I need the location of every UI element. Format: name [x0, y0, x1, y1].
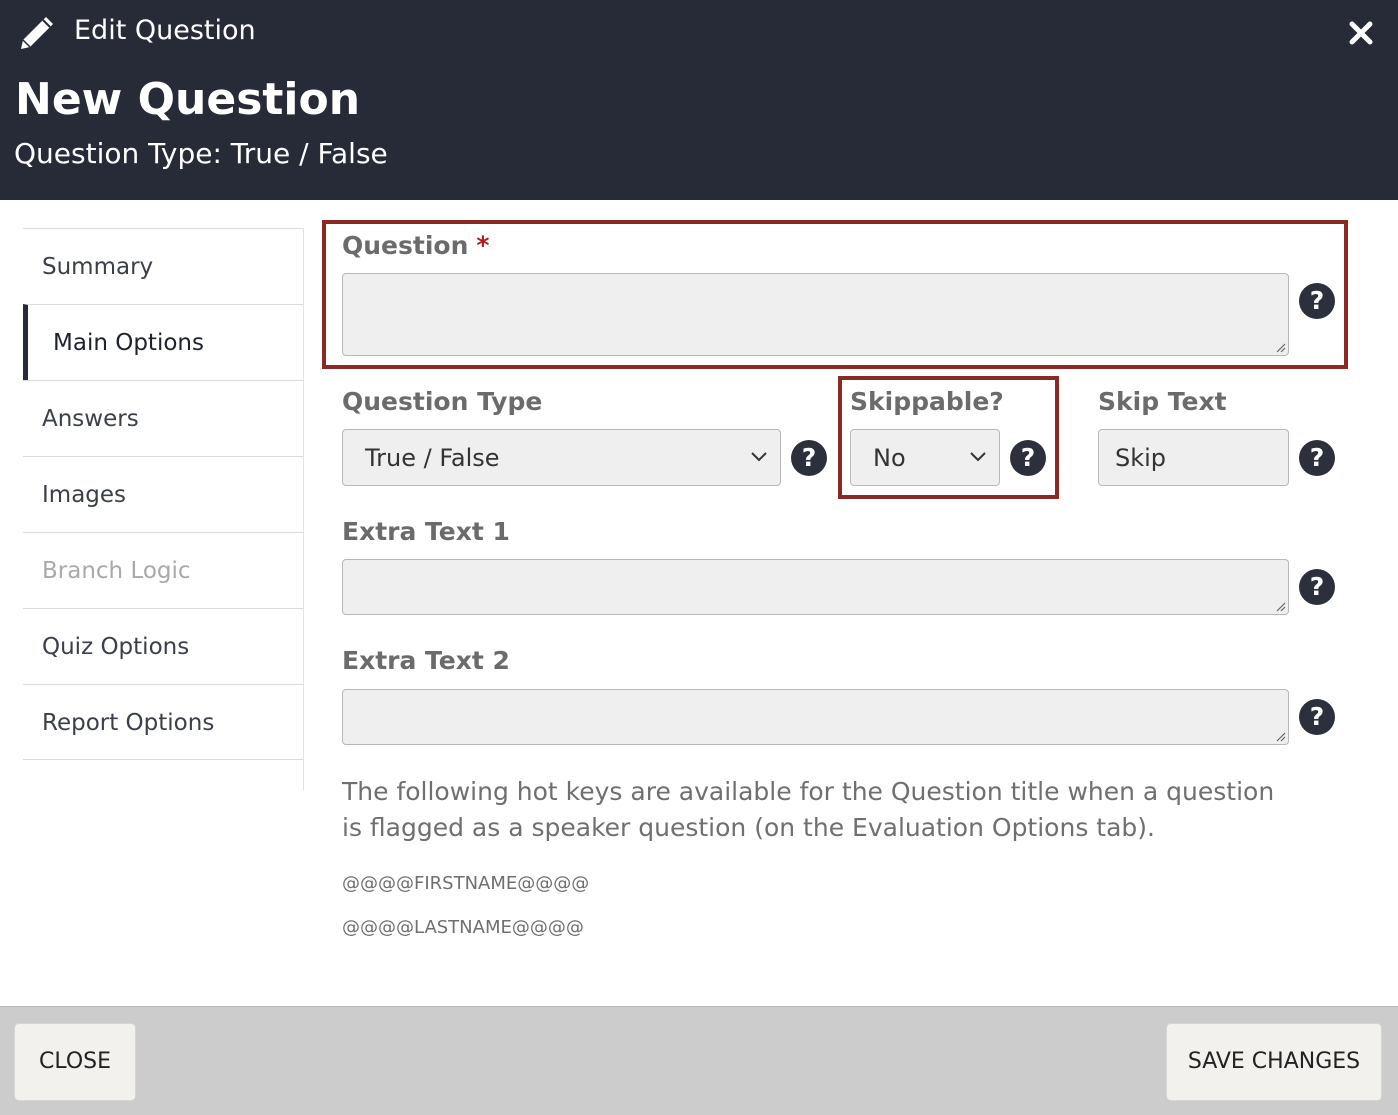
chevron-down-icon [751, 452, 767, 462]
sidebar-item-images[interactable]: Images [23, 456, 303, 532]
hotkey-firstname: @@@@FIRSTNAME@@@@ [342, 873, 590, 894]
resize-handle-icon[interactable] [1274, 600, 1286, 612]
skippable-select[interactable]: No [850, 429, 1000, 486]
dialog-edit-title: Edit Question [74, 15, 256, 46]
help-icon[interactable]: ? [1010, 440, 1046, 476]
sidebar-item-quiz-options[interactable]: Quiz Options [23, 608, 303, 684]
skippable-value: No [873, 444, 906, 472]
hotkey-lastname: @@@@LASTNAME@@@@ [342, 917, 584, 938]
required-marker: * [476, 231, 490, 260]
extra-text-1-textarea[interactable] [342, 559, 1289, 615]
dialog-footer: CLOSE SAVE CHANGES [0, 1006, 1398, 1115]
question-type-subtitle: Question Type: True / False [14, 137, 388, 170]
question-label: Question * [342, 231, 490, 260]
skippable-label: Skippable? [850, 387, 1004, 416]
sidebar-item-report-options[interactable]: Report Options [23, 684, 303, 760]
hotkeys-info-text: The following hot keys are available for… [342, 777, 1275, 842]
resize-handle-icon[interactable] [1274, 341, 1286, 353]
sidebar-item-branch-logic: Branch Logic [23, 532, 303, 608]
extra-text-1-label: Extra Text 1 [342, 517, 510, 546]
skip-text-value: Skip [1115, 444, 1167, 472]
skip-text-input[interactable]: Skip [1098, 429, 1289, 486]
help-icon[interactable]: ? [1299, 569, 1335, 605]
sidebar-item-answers[interactable]: Answers [23, 380, 303, 456]
chevron-down-icon [970, 452, 986, 462]
sidebar-item-main-options[interactable]: Main Options [23, 304, 303, 380]
page-title: New Question [15, 74, 361, 125]
extra-text-2-label: Extra Text 2 [342, 646, 510, 675]
dialog-header: Edit Question New Question Question Type… [0, 0, 1398, 200]
resize-handle-icon[interactable] [1274, 730, 1286, 742]
question-type-select[interactable]: True / False [342, 429, 781, 486]
pencil-icon [21, 17, 53, 49]
help-icon[interactable]: ? [1299, 440, 1335, 476]
help-icon[interactable]: ? [791, 440, 827, 476]
extra-text-2-textarea[interactable] [342, 689, 1289, 745]
close-button[interactable]: CLOSE [14, 1023, 136, 1101]
skip-text-label: Skip Text [1098, 387, 1227, 416]
question-type-label: Question Type [342, 387, 543, 416]
help-icon[interactable]: ? [1299, 283, 1335, 319]
help-icon[interactable]: ? [1299, 699, 1335, 735]
save-changes-button[interactable]: SAVE CHANGES [1166, 1023, 1382, 1101]
close-icon[interactable] [1346, 18, 1376, 48]
sidebar-item-summary[interactable]: Summary [23, 228, 303, 304]
sidebar-nav: Summary Main Options Answers Images Bran… [23, 228, 304, 790]
question-type-value: True / False [365, 444, 500, 472]
question-textarea[interactable] [342, 273, 1289, 356]
